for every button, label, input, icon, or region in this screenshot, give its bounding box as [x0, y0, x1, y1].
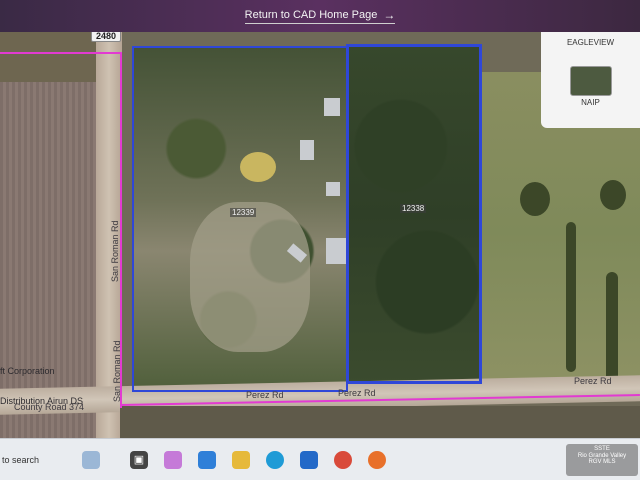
road-label: Perez Rd [338, 388, 376, 398]
return-home-label: Return to CAD Home Page [244, 9, 378, 21]
road-shield: 2480 [91, 32, 122, 42]
mls-watermark: SSTE Rio Grande Valley RGV MLS [566, 444, 638, 476]
parcel-boundary-west[interactable] [132, 46, 348, 392]
top-banner: Return to CAD Home Page → [0, 0, 640, 32]
map-label: Distribution Airun DS [0, 396, 84, 406]
layer-switcher: EAGLEVIEW NAIP [541, 32, 640, 128]
tree-row [606, 272, 618, 382]
watermark-line2: RGV MLS [588, 459, 616, 466]
layer-label: EAGLEVIEW [566, 38, 615, 47]
task-view-icon[interactable]: ▣ [130, 450, 148, 469]
parcel-boundary-east[interactable] [346, 44, 482, 384]
taskbar-search[interactable]: to search [2, 455, 62, 465]
folder-icon[interactable] [232, 450, 250, 469]
chrome-icon[interactable] [334, 450, 352, 469]
return-home-link[interactable]: Return to CAD Home Page → [244, 8, 396, 24]
weather-icon[interactable] [82, 450, 100, 469]
layer-eagleview[interactable]: EAGLEVIEW [541, 36, 640, 47]
firefox-icon[interactable] [368, 450, 386, 469]
map-label: ft Corporation [0, 366, 55, 376]
road-label: Perez Rd [574, 376, 612, 386]
highlight-line [0, 52, 122, 54]
parcel-id: 12338 [400, 204, 427, 213]
outlook-icon[interactable] [300, 450, 318, 469]
parcel-id: 12339 [230, 208, 257, 217]
copilot-icon[interactable] [164, 450, 182, 469]
left-field-top [0, 32, 98, 82]
road-label: San Roman Rd [110, 220, 120, 282]
tree-row [566, 222, 576, 372]
store-icon[interactable] [198, 450, 216, 469]
tree [600, 180, 626, 210]
taskbar: to search ▣ [0, 438, 640, 480]
left-field [0, 52, 98, 438]
naip-thumbnail [569, 66, 612, 96]
road-label: Perez Rd [246, 390, 284, 400]
layer-naip[interactable]: NAIP [541, 66, 640, 107]
road-label: San Roman Rd [112, 340, 122, 402]
tree [520, 182, 550, 216]
arrow-right-icon: → [383, 8, 396, 22]
layer-label: NAIP [581, 98, 600, 107]
watermark-brand: SSTE [594, 446, 610, 452]
watermark-line1: Rio Grande Valley [577, 452, 627, 459]
bottom-strip [120, 406, 640, 438]
edge-icon[interactable] [266, 450, 284, 469]
